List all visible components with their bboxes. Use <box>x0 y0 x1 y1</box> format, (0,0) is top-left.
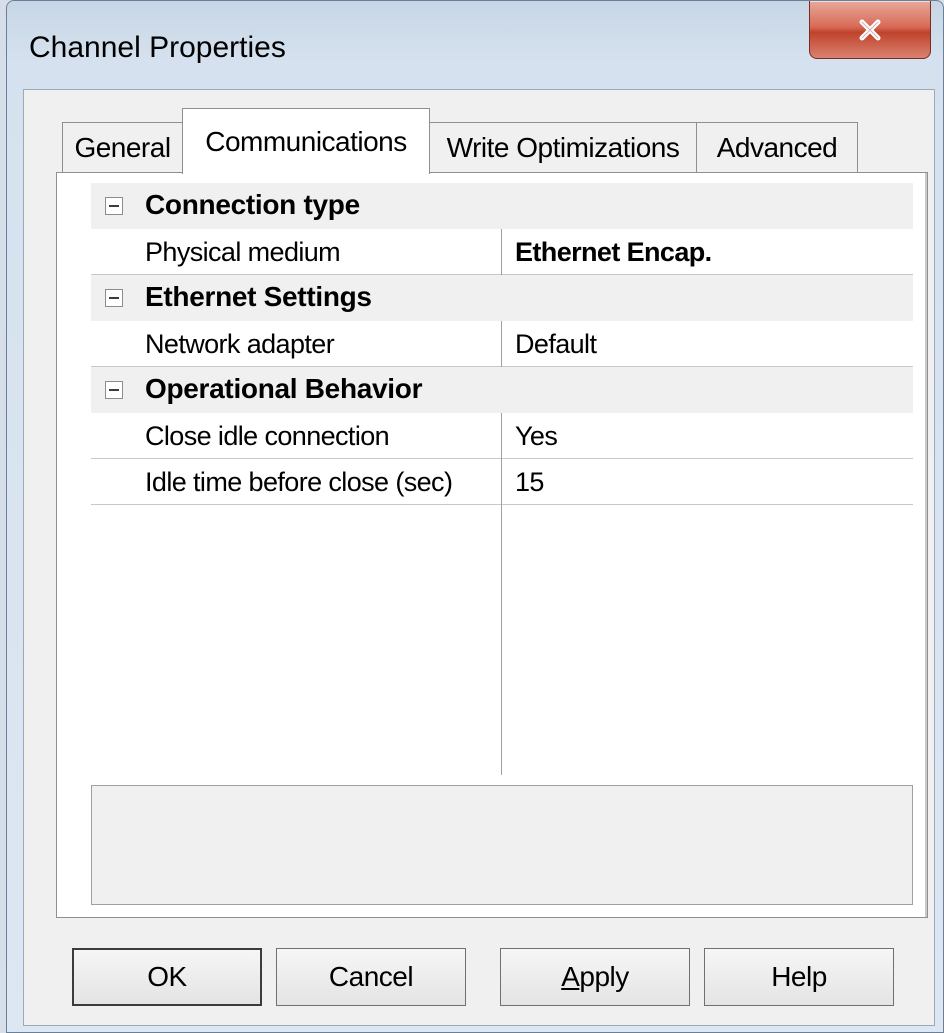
property-value[interactable]: Default <box>515 329 597 360</box>
window-title: Channel Properties <box>29 31 286 64</box>
communications-tab-page: Connection type Physical medium Ethernet… <box>56 172 928 918</box>
row-divider <box>501 229 502 275</box>
help-button[interactable]: Help <box>704 948 894 1006</box>
property-grid: Connection type Physical medium Ethernet… <box>91 183 913 775</box>
apply-label-rest: pply <box>579 961 629 992</box>
cancel-button[interactable]: Cancel <box>276 948 466 1006</box>
collapse-minus-icon[interactable] <box>105 197 123 215</box>
property-value[interactable]: 15 <box>515 467 544 498</box>
collapse-minus-icon[interactable] <box>105 289 123 307</box>
property-row-physical-medium[interactable]: Physical medium Ethernet Encap. <box>91 229 913 275</box>
tab-communications[interactable]: Communications <box>182 108 430 174</box>
apply-button[interactable]: Apply <box>500 948 690 1006</box>
category-ethernet-settings[interactable]: Ethernet Settings <box>91 275 913 321</box>
ok-button[interactable]: OK <box>72 948 262 1006</box>
property-row-network-adapter[interactable]: Network adapter Default <box>91 321 913 367</box>
category-operational-behavior[interactable]: Operational Behavior <box>91 367 913 413</box>
row-divider <box>501 413 502 459</box>
dialog-client-area: General Communications Write Optimizatio… <box>23 89 935 1026</box>
row-divider <box>501 459 502 505</box>
property-row-idle-time[interactable]: Idle time before close (sec) 15 <box>91 459 913 505</box>
property-value[interactable]: Yes <box>515 421 558 452</box>
tab-advanced[interactable]: Advanced <box>696 122 858 172</box>
collapse-minus-icon[interactable] <box>105 381 123 399</box>
tab-general[interactable]: General <box>62 122 182 172</box>
row-divider <box>501 321 502 367</box>
property-value[interactable]: Ethernet Encap. <box>515 237 712 268</box>
category-label: Connection type <box>145 189 360 220</box>
category-connection-type[interactable]: Connection type <box>91 183 913 229</box>
close-icon <box>859 19 881 40</box>
apply-mnemonic: A <box>561 961 580 992</box>
tab-write-optimizations[interactable]: Write Optimizations <box>428 122 698 172</box>
property-name: Idle time before close (sec) <box>145 467 453 497</box>
title-bar[interactable]: Channel Properties <box>7 1 943 89</box>
category-label: Operational Behavior <box>145 373 423 404</box>
property-description-box <box>91 785 913 905</box>
channel-properties-window: Channel Properties General Communication… <box>6 0 944 1033</box>
property-name: Network adapter <box>145 329 335 359</box>
property-name: Physical medium <box>145 237 341 267</box>
close-button[interactable] <box>809 1 931 59</box>
category-label: Ethernet Settings <box>145 281 372 312</box>
property-name: Close idle connection <box>145 421 390 451</box>
property-row-close-idle-connection[interactable]: Close idle connection Yes <box>91 413 913 459</box>
